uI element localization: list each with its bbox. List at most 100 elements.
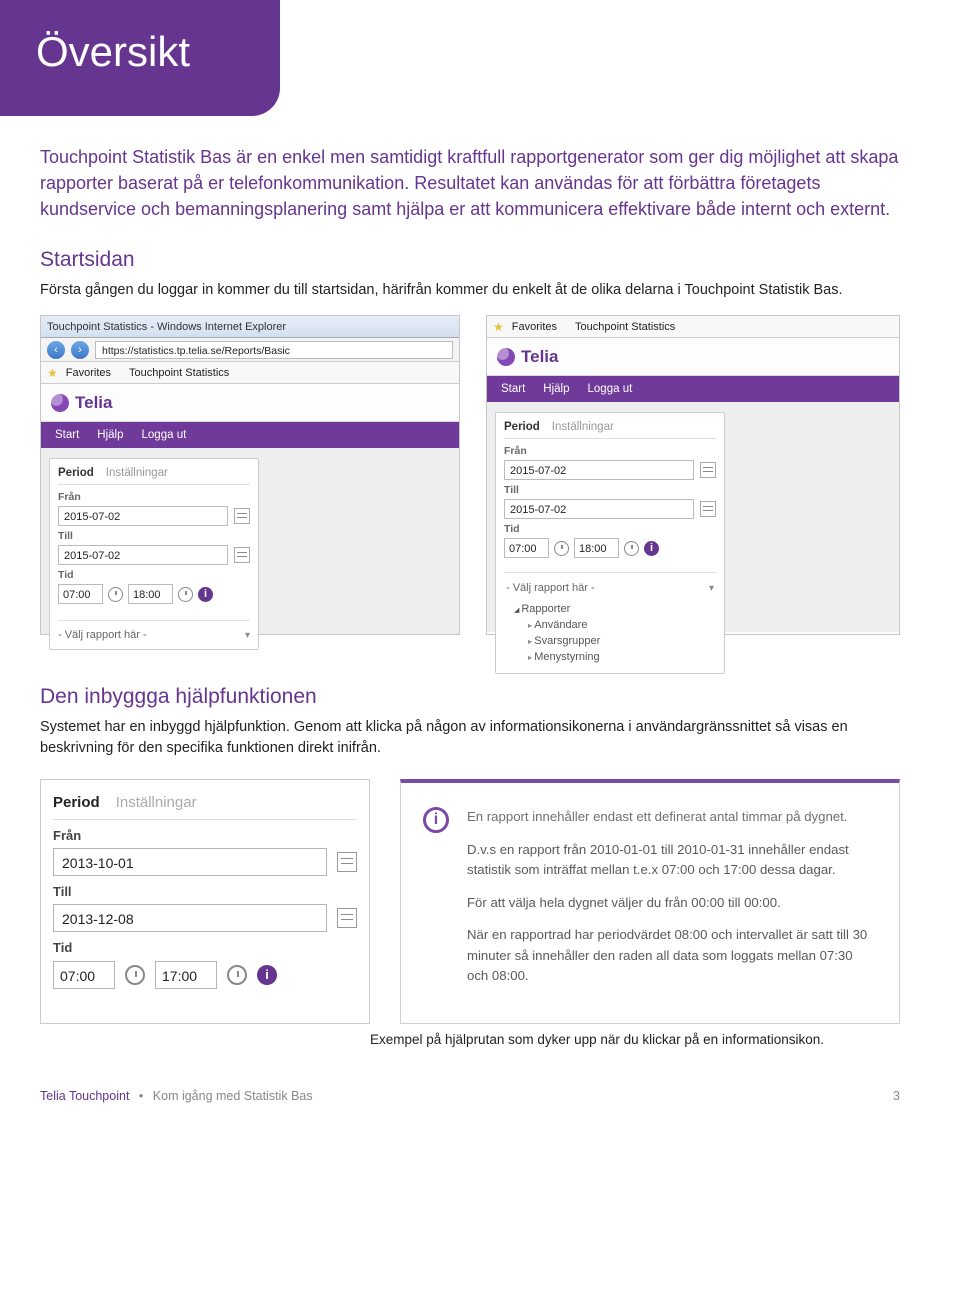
tab-settings[interactable]: Inställningar: [106, 467, 168, 479]
clock-icon[interactable]: [624, 541, 639, 556]
till-input[interactable]: 2015-07-02: [58, 545, 228, 565]
tab-settings[interactable]: Inställningar: [552, 421, 614, 433]
info-icon[interactable]: i: [198, 587, 213, 602]
till-input[interactable]: 2013-12-08: [53, 904, 327, 932]
period-panel: Period Inställningar Från 2015-07-02 Til…: [495, 412, 725, 674]
page-number: 3: [893, 1089, 900, 1103]
time-to-input[interactable]: 18:00: [574, 538, 619, 558]
clock-icon[interactable]: [227, 965, 247, 985]
calendar-icon[interactable]: [234, 508, 250, 524]
nav-fwd-button[interactable]: ›: [71, 341, 89, 359]
tid-label: Tid: [504, 523, 716, 535]
info-icon[interactable]: i: [644, 541, 659, 556]
nav-start[interactable]: Start: [55, 429, 79, 441]
page-title-block: Översikt: [0, 0, 280, 116]
help-heading: Den inbyggga hjälpfunktionen: [40, 685, 900, 709]
report-select-text: - Välj rapport här -: [58, 629, 147, 641]
app-body: Period Inställningar Från 2015-07-02 Til…: [487, 402, 899, 632]
period-panel: Period Inställningar Från 2015-07-02 Til…: [49, 458, 259, 650]
help-section: Den inbyggga hjälpfunktionen Systemet ha…: [0, 685, 960, 759]
window-titlebar: Touchpoint Statistics - Windows Internet…: [41, 316, 459, 338]
clock-icon[interactable]: [108, 587, 123, 602]
from-label: Från: [53, 828, 357, 843]
clock-icon[interactable]: [125, 965, 145, 985]
tab-period[interactable]: Period: [53, 794, 100, 811]
till-input[interactable]: 2015-07-02: [504, 499, 694, 519]
time-from-input[interactable]: 07:00: [504, 538, 549, 558]
clock-icon[interactable]: [178, 587, 193, 602]
help-p2: D.v.s en rapport från 2010-01-01 till 20…: [467, 840, 877, 881]
tid-label: Tid: [53, 940, 357, 955]
dropdown-item[interactable]: Menystyrning: [514, 649, 716, 665]
report-dropdown-list: Rapporter Användare Svarsgrupper Menysty…: [504, 597, 716, 665]
intro-block: Touchpoint Statistik Bas är en enkel men…: [0, 144, 960, 222]
footer-left: Telia Touchpoint • Kom igång med Statist…: [40, 1089, 313, 1103]
window-title: Touchpoint Statistics - Windows Internet…: [47, 321, 286, 333]
dropdown-item[interactable]: Svarsgrupper: [514, 633, 716, 649]
calendar-icon[interactable]: [700, 462, 716, 478]
tab-period[interactable]: Period: [58, 467, 94, 479]
nav-back-button[interactable]: ‹: [47, 341, 65, 359]
report-select[interactable]: - Välj rapport här - ▾: [58, 620, 250, 641]
browser-toolbar: ‹ › https://statistics.tp.telia.se/Repor…: [41, 338, 459, 362]
chevron-down-icon: ▾: [245, 630, 250, 641]
nav-help[interactable]: Hjälp: [97, 429, 123, 441]
nav-help[interactable]: Hjälp: [543, 383, 569, 395]
startsidan-heading: Startsidan: [40, 248, 900, 272]
info-icon[interactable]: i: [257, 965, 277, 985]
till-label: Till: [504, 484, 716, 496]
calendar-icon[interactable]: [700, 501, 716, 517]
footer-doc: Kom igång med Statistik Bas: [153, 1089, 313, 1103]
dropdown-group[interactable]: Rapporter: [514, 601, 716, 617]
page-footer: Telia Touchpoint • Kom igång med Statist…: [0, 1047, 960, 1103]
tab-settings[interactable]: Inställningar: [116, 794, 197, 811]
page-title: Översikt: [36, 28, 244, 76]
browser-tab[interactable]: Touchpoint Statistics: [575, 321, 675, 333]
favorites-label[interactable]: Favorites: [66, 367, 111, 379]
time-to-input[interactable]: 18:00: [128, 584, 173, 604]
from-label: Från: [504, 445, 716, 457]
clock-icon[interactable]: [554, 541, 569, 556]
calendar-icon[interactable]: [234, 547, 250, 563]
brand-text: Telia: [75, 393, 112, 413]
from-input[interactable]: 2013-10-01: [53, 848, 327, 876]
tab-period[interactable]: Period: [504, 421, 540, 433]
brand-text: Telia: [521, 347, 558, 367]
info-icon: i: [423, 807, 449, 833]
favorites-bar: Favorites Touchpoint Statistics: [487, 316, 899, 338]
app-nav: Start Hjälp Logga ut: [41, 422, 459, 448]
tid-label: Tid: [58, 569, 250, 581]
address-bar[interactable]: https://statistics.tp.telia.se/Reports/B…: [95, 341, 453, 359]
nav-logout[interactable]: Logga ut: [142, 429, 187, 441]
from-input[interactable]: 2015-07-02: [58, 506, 228, 526]
footer-product: Telia Touchpoint: [40, 1089, 129, 1103]
nav-start[interactable]: Start: [501, 383, 525, 395]
brand-logo-row: Telia: [487, 338, 899, 376]
from-input[interactable]: 2015-07-02: [504, 460, 694, 480]
report-select-text: - Välj rapport här -: [506, 582, 595, 594]
app-nav: Start Hjälp Logga ut: [487, 376, 899, 402]
panel-tabs: Period Inställningar: [53, 794, 357, 820]
browser-tab[interactable]: Touchpoint Statistics: [129, 367, 229, 379]
calendar-icon[interactable]: [337, 852, 357, 872]
startsidan-lead: Första gången du loggar in kommer du til…: [40, 280, 900, 301]
help-p1: En rapport innehåller endast ett definer…: [467, 807, 877, 827]
dropdown-item[interactable]: Användare: [514, 617, 716, 633]
help-row: Period Inställningar Från 2013-10-01 Til…: [0, 779, 960, 1023]
report-select[interactable]: - Välj rapport här - ▾: [504, 579, 716, 597]
help-lead: Systemet har en inbyggd hjälpfunktion. G…: [40, 717, 900, 759]
till-label: Till: [53, 884, 357, 899]
favorites-label[interactable]: Favorites: [512, 321, 557, 333]
from-label: Från: [58, 491, 250, 503]
time-from-input[interactable]: 07:00: [58, 584, 103, 604]
time-from-input[interactable]: 07:00: [53, 961, 115, 989]
till-label: Till: [58, 530, 250, 542]
startsidan-section: Startsidan Första gången du loggar in ko…: [0, 248, 960, 635]
panel-tabs: Period Inställningar: [58, 467, 250, 485]
report-select-open: - Välj rapport här - ▾ Rapporter Använda…: [504, 572, 716, 665]
help-p4: När en rapportrad har periodvärdet 08:00…: [467, 925, 877, 986]
time-to-input[interactable]: 17:00: [155, 961, 217, 989]
nav-logout[interactable]: Logga ut: [588, 383, 633, 395]
calendar-icon[interactable]: [337, 908, 357, 928]
brand-logo-row: Telia: [41, 384, 459, 422]
